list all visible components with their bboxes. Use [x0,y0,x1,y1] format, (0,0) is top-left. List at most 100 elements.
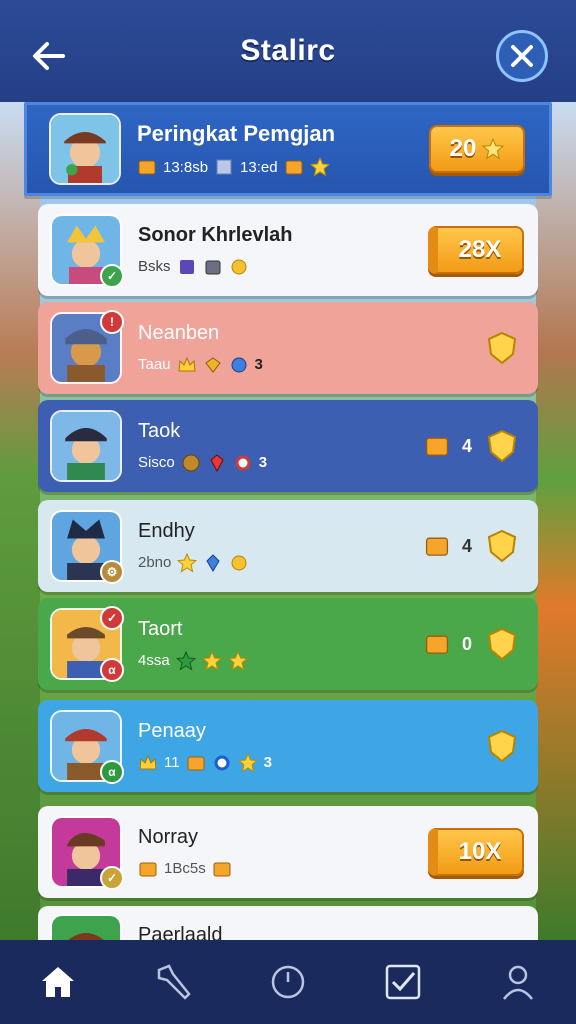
list-item[interactable]: ! Neanben Taau 3 [38,302,538,394]
list-item[interactable]: ✓ α Taort 4ssa 0 [38,598,538,690]
rank-count: 4 [461,435,472,456]
blue-orb-icon [214,755,230,770]
chest-icon [285,160,303,175]
reward-value: 20 [449,135,477,162]
check-badge-icon: ✓ [100,866,124,890]
back-button[interactable] [24,34,72,78]
chest-icon [205,260,221,274]
star-icon [482,138,505,160]
list-item[interactable]: Paerlaald [38,906,538,942]
player-info: Sonor Khrlevlah Bsks [138,224,428,277]
player-stats: Bsks [138,257,428,277]
gold-gem-icon [204,356,221,373]
block-icon [216,159,232,175]
home-icon [41,967,74,997]
star-icon [309,157,330,177]
bottom-tab-bar [0,940,576,1024]
level-badge-icon: α [100,658,124,682]
alert-badge-icon: ! [100,310,124,334]
avatar: ✓ [50,816,124,890]
chest-icon [138,160,156,175]
chest-icon [187,756,205,770]
leaderboard-list[interactable]: Peringkat Pemgjan 13:8sb 13:ed 20 ✓ Sono… [24,102,552,942]
blue-gem-icon [206,553,221,572]
reward-badge[interactable]: 10X [428,828,524,876]
star-icon [177,552,198,573]
header-bar: Stalirc [0,0,576,102]
avatar [50,914,122,942]
checkbox-icon [385,964,421,1000]
list-item[interactable]: α Penaay 11 3 [38,700,538,792]
purple-cube-icon [179,259,194,274]
check-badge-icon: ✓ [100,264,124,288]
top-player-row[interactable]: Peringkat Pemgjan 13:8sb 13:ed 20 [24,102,552,196]
shield-icon[interactable] [484,626,520,662]
tab-tasks[interactable] [373,952,433,1012]
stat-value: 4ssa [138,652,170,669]
avatar [50,410,122,482]
star-icon [227,650,248,671]
player-info: Neanben Taau 3 [138,322,484,375]
stat-value: Sisco [138,454,175,471]
player-name: Norray [138,825,199,848]
arrow-left-icon [33,42,65,70]
profile-icon [503,965,534,1000]
player-stats: Sisco 3 [138,453,424,473]
reward-badge[interactable]: 28X [428,226,524,274]
chest-icon [139,862,157,876]
player-info: Taort 4ssa [138,618,424,671]
chest-icon [425,635,449,654]
player-name: Neanben [138,321,220,344]
reward-badge[interactable]: 20 [429,125,525,173]
list-item[interactable]: ✓ Norray 1Bc5s 10X [38,806,538,898]
rank-count: 0 [461,633,472,654]
tab-tools[interactable] [143,952,203,1012]
player-name: Endhy [138,519,195,542]
avatar: ⚙ [50,510,124,584]
shield-icon[interactable] [484,528,520,564]
shield-icon[interactable] [484,728,520,764]
check-badge-icon: ✓ [100,606,124,630]
level-badge-icon: ⚙ [100,560,124,584]
player-stats: Taau 3 [138,355,484,375]
chest-icon [213,862,231,876]
tab-timer[interactable] [258,952,318,1012]
crown-icon [177,356,196,371]
coin-icon [231,555,247,570]
stat-count: 3 [263,754,272,771]
player-name: Penaay [138,719,206,742]
player-stats: 11 3 [138,752,484,773]
chest-icon [425,437,449,456]
stat-count: 3 [254,356,263,373]
star-icon [201,650,222,671]
player-info: Norray 1Bc5s [138,826,428,879]
avatar [49,113,121,185]
player-stats: 4ssa [138,650,424,671]
avatar: ✓ α [50,606,124,682]
stat-value: 11 [164,754,180,771]
shield-icon[interactable] [484,428,520,464]
reward-value: 10X [458,838,502,865]
rank-cluster: 0 [424,626,520,662]
stat-value: 1Bc5s [164,860,206,877]
timer-icon [271,965,305,999]
list-item[interactable]: ✓ Sonor Khrlevlah Bsks 28X [38,204,538,296]
rank-cluster: 4 [424,528,520,564]
red-orb-icon [235,455,251,470]
player-name: Taort [138,617,183,640]
coin-icon [231,259,247,274]
rank-cluster [484,330,520,366]
crown-icon [139,754,157,769]
tab-home[interactable] [28,952,88,1012]
list-item[interactable]: Taok Sisco 3 4 [38,400,538,492]
list-item[interactable]: ⚙ Endhy 2bno 4 [38,500,538,592]
chest-icon [425,537,449,556]
shield-icon[interactable] [484,330,520,366]
blue-gem-icon [231,357,247,372]
player-name: Sonor Khrlevlah [138,223,293,246]
close-button[interactable] [496,30,548,82]
stat-value: 13:8sb [163,158,209,176]
stat-value: 2bno [138,554,172,571]
tab-profile[interactable] [488,952,548,1012]
green-star-icon [175,650,196,671]
